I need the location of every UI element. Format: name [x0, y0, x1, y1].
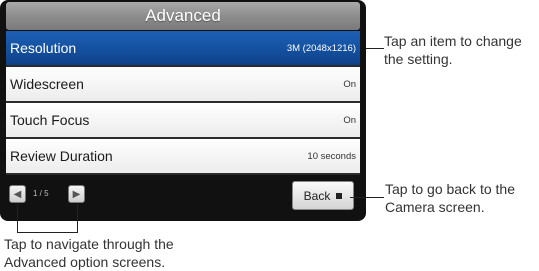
setting-row-widescreen[interactable]: Widescreen On	[6, 67, 360, 103]
setting-row-resolution[interactable]: Resolution 3M (2048x1216)	[6, 31, 360, 67]
callout-line-nav-left	[17, 204, 18, 232]
callout-back: Tap to go back to the Camera screen.	[385, 180, 539, 216]
callout-line-nav-right	[77, 204, 78, 232]
setting-row-touch-focus[interactable]: Touch Focus On	[6, 103, 360, 139]
back-button[interactable]: Back	[292, 181, 354, 210]
callout-navigate: Tap to navigate through the Advanced opt…	[4, 235, 234, 271]
next-page-button[interactable]: ▶	[68, 185, 85, 203]
setting-value: On	[343, 114, 356, 126]
setting-label: Review Duration	[10, 148, 113, 164]
previous-page-button[interactable]: ◀	[9, 185, 26, 203]
callout-line-back	[350, 197, 384, 198]
callout-text: Tap to go back to the Camera screen.	[385, 181, 515, 215]
device-screen: Advanced Resolution 3M (2048x1216) Wides…	[0, 0, 366, 221]
callout-line-item	[366, 48, 384, 49]
setting-row-review-duration[interactable]: Review Duration 10 seconds	[6, 139, 360, 175]
chevron-right-icon: ▶	[72, 188, 81, 200]
back-button-label: Back	[303, 188, 331, 203]
callout-text: Tap an item to change the setting.	[384, 33, 522, 67]
setting-value: On	[343, 78, 356, 90]
bottom-bar: ◀ 1 / 5 ▶ Back	[6, 175, 360, 215]
square-icon	[336, 192, 343, 199]
chevron-left-icon: ◀	[13, 188, 22, 200]
setting-label: Widescreen	[10, 76, 84, 92]
settings-list: Resolution 3M (2048x1216) Widescreen On …	[6, 31, 360, 175]
setting-value: 3M (2048x1216)	[286, 42, 356, 54]
callout-item: Tap an item to change the setting.	[384, 32, 539, 68]
setting-label: Touch Focus	[10, 112, 90, 128]
callout-line-nav-bottom	[17, 232, 78, 233]
callout-text: Tap to navigate through the Advanced opt…	[4, 236, 174, 270]
setting-value: 10 seconds	[307, 150, 356, 162]
screen-title: Advanced	[6, 2, 360, 30]
page-indicator: 1 / 5	[33, 189, 49, 198]
setting-label: Resolution	[10, 40, 77, 56]
